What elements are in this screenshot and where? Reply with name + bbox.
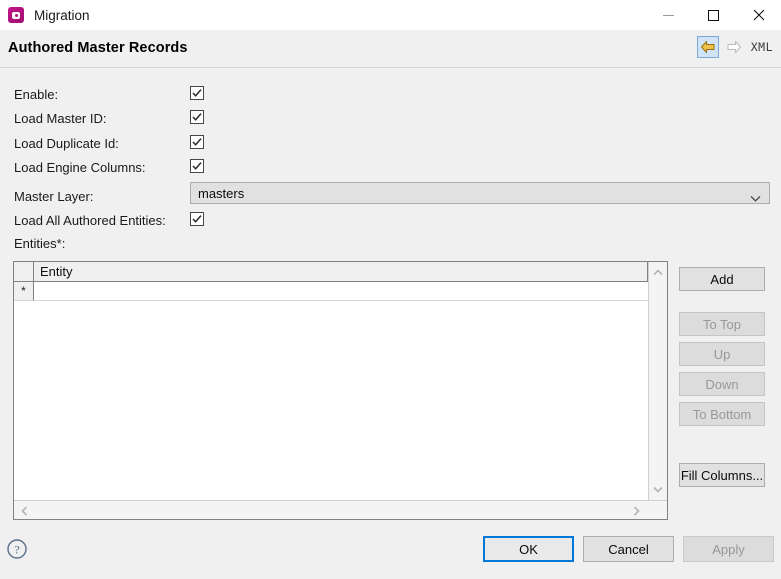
- header-toolbar: XML: [697, 36, 777, 58]
- dialog-footer: ? OK Cancel Apply: [0, 531, 781, 579]
- scroll-left-button[interactable]: [16, 502, 33, 519]
- chevron-down-icon: [750, 190, 761, 205]
- minimize-button[interactable]: [646, 0, 691, 30]
- grid-new-row[interactable]: *: [14, 282, 667, 301]
- minimize-icon: [663, 15, 674, 16]
- chevron-left-icon: [21, 506, 28, 516]
- fill-columns-button[interactable]: Fill Columns...: [679, 463, 765, 487]
- checkbox-load-all-authored-entities[interactable]: [190, 212, 204, 226]
- grid-vertical-scrollbar[interactable]: [648, 262, 667, 500]
- back-arrow-icon: [700, 40, 716, 54]
- grid-corner-header: [14, 262, 34, 282]
- chevron-down-icon: [653, 486, 663, 493]
- window-titlebar: Migration: [0, 0, 781, 30]
- maximize-button[interactable]: [691, 0, 736, 30]
- up-button[interactable]: Up: [679, 342, 765, 366]
- maximize-icon: [708, 10, 719, 21]
- scroll-up-button[interactable]: [649, 264, 667, 281]
- checkbox-load-master-id[interactable]: [190, 110, 204, 124]
- field-row-enable: Enable:: [0, 84, 781, 108]
- label-master-layer: Master Layer:: [14, 189, 93, 204]
- window-title: Migration: [34, 8, 90, 23]
- checkbox-enable[interactable]: [190, 86, 204, 100]
- close-icon: [753, 9, 765, 21]
- label-enable: Enable:: [14, 87, 58, 102]
- add-button[interactable]: Add: [679, 267, 765, 291]
- label-load-duplicate-id: Load Duplicate Id:: [14, 136, 119, 151]
- chevron-up-icon: [653, 269, 663, 276]
- grid-new-row-cell-entity[interactable]: [34, 282, 648, 301]
- down-button[interactable]: Down: [679, 372, 765, 396]
- ok-button[interactable]: OK: [483, 536, 574, 562]
- label-load-engine-columns: Load Engine Columns:: [14, 160, 146, 175]
- forward-arrow-icon: [726, 40, 742, 54]
- grid-header-row: Entity: [14, 262, 667, 282]
- xml-link[interactable]: XML: [751, 40, 773, 54]
- checkbox-load-engine-columns[interactable]: [190, 159, 204, 173]
- cancel-button[interactable]: Cancel: [583, 536, 674, 562]
- forward-button[interactable]: [723, 36, 745, 58]
- scroll-right-button[interactable]: [628, 502, 645, 519]
- master-layer-value: masters: [198, 186, 244, 201]
- label-entities: Entities*:: [14, 236, 65, 251]
- to-bottom-button[interactable]: To Bottom: [679, 402, 765, 426]
- window-controls: [646, 0, 781, 30]
- help-button[interactable]: ?: [6, 538, 28, 563]
- to-top-button[interactable]: To Top: [679, 312, 765, 336]
- checkbox-load-duplicate-id[interactable]: [190, 135, 204, 149]
- label-load-master-id: Load Master ID:: [14, 111, 107, 126]
- back-button[interactable]: [697, 36, 719, 58]
- grid-horizontal-scrollbar[interactable]: [14, 500, 667, 519]
- master-layer-dropdown[interactable]: masters: [190, 182, 770, 204]
- apply-button[interactable]: Apply: [683, 536, 774, 562]
- grid-column-header-entity[interactable]: Entity: [34, 262, 648, 282]
- field-row-load-duplicate-id: Load Duplicate Id:: [0, 133, 781, 157]
- app-icon: [8, 7, 24, 23]
- chevron-right-icon: [633, 506, 640, 516]
- page-title: Authored Master Records: [8, 40, 188, 56]
- field-row-load-all-authored-entities: Load All Authored Entities:: [0, 210, 781, 234]
- field-row-load-engine-columns: Load Engine Columns:: [0, 157, 781, 181]
- grid-new-row-marker: *: [14, 282, 34, 301]
- page-header-band: Authored Master Records XML: [0, 30, 781, 68]
- svg-text:?: ?: [14, 543, 19, 557]
- label-load-all-authored-entities: Load All Authored Entities:: [14, 213, 166, 228]
- help-icon: ?: [6, 538, 28, 560]
- entities-grid[interactable]: Entity *: [13, 261, 668, 520]
- field-row-load-master-id: Load Master ID:: [0, 108, 781, 132]
- close-button[interactable]: [736, 0, 781, 30]
- scroll-down-button[interactable]: [649, 481, 667, 498]
